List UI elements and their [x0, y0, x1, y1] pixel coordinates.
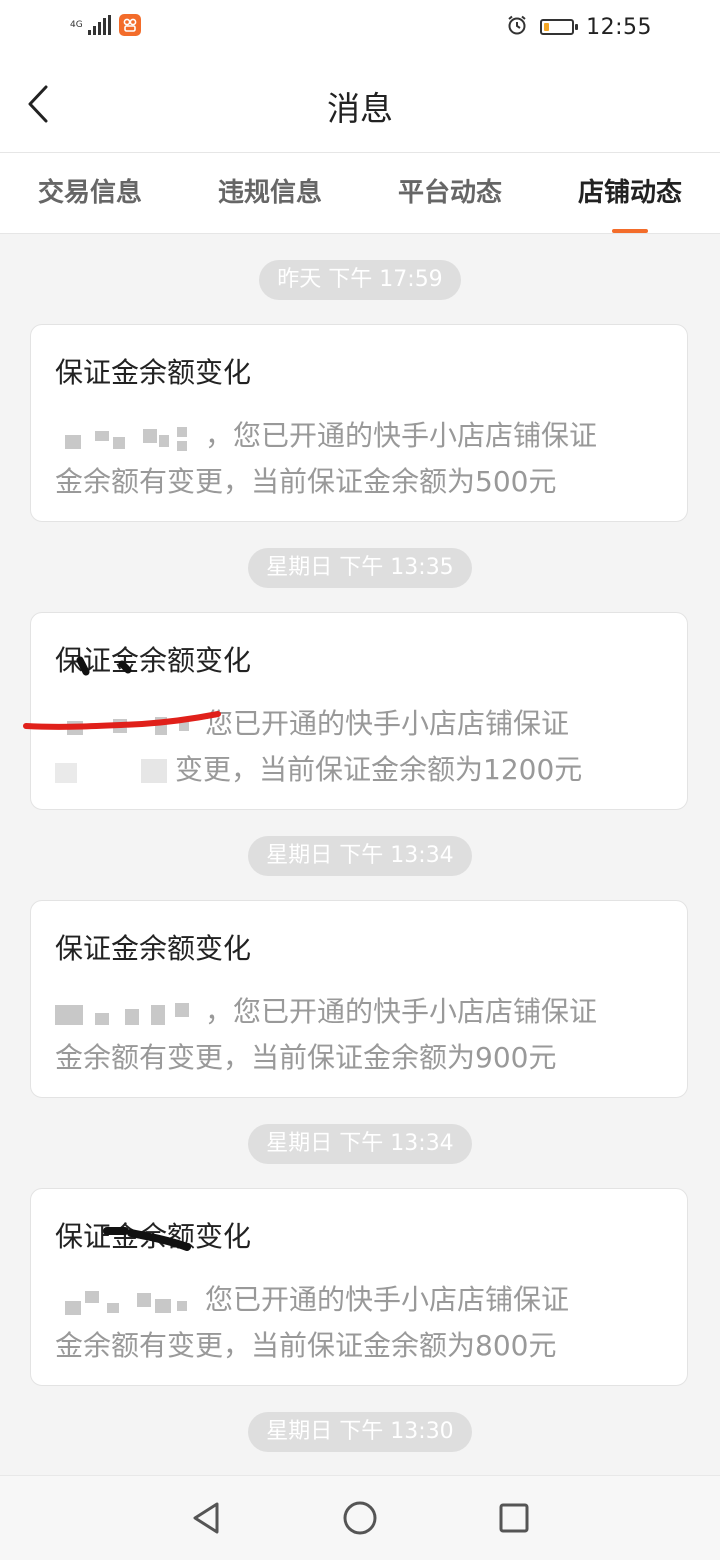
status-left: 4G: [70, 14, 141, 36]
tab-trade-info[interactable]: 交易信息: [0, 153, 180, 233]
message-timestamp: 昨天 下午 17:59: [259, 260, 461, 300]
status-right: 12:55: [506, 14, 652, 40]
message-title: 保证金余额变化: [55, 932, 252, 965]
message-body-line1: 您已开通的快手小店店铺保证: [205, 707, 570, 740]
redacted-mosaic: [55, 711, 205, 739]
message-card[interactable]: 保证金余额变化 ，您已开通的快手小店店铺保证 金余额有变更，当前保证金余额为50…: [30, 324, 688, 522]
message-feed[interactable]: 昨天 下午 17:59 保证金余额变化 ，您已开通的快手小店店铺保证 金余额有变…: [0, 234, 720, 1476]
message-body-line2: 金余额有变更，当前保证金余额为800元: [55, 1329, 557, 1362]
message-timestamp: 星期日 下午 13:34: [248, 836, 472, 876]
message-card[interactable]: 保证金余额变化 ，您已开通的快手小店店铺保证 金余额有变更，当前保证金余额为90…: [30, 900, 688, 1098]
tab-shop-news[interactable]: 店铺动态: [540, 153, 720, 233]
message-body-line1: 您已开通的快手小店店铺保证: [205, 1283, 570, 1316]
redacted-mosaic: [55, 1287, 205, 1315]
nav-home-button[interactable]: [338, 1496, 382, 1540]
triangle-back-icon: [193, 1502, 219, 1534]
message-group: 星期日 下午 13:34 保证金余额变化 您已开通的快手小店店铺保证 金余额有变…: [0, 1124, 720, 1386]
redacted-mosaic: [55, 999, 205, 1027]
signal-icon: [88, 15, 111, 35]
black-scribble: [103, 1227, 191, 1251]
message-body: 您已开通的快手小店店铺保证 金余额有变更，当前保证金余额为800元: [55, 1277, 665, 1369]
active-tab-indicator: [612, 229, 648, 233]
tab-violation-info[interactable]: 违规信息: [180, 153, 360, 233]
message-body-line2: 金余额有变更，当前保证金余额为900元: [55, 1041, 557, 1074]
square-recents-icon: [499, 1503, 529, 1533]
message-body: ，您已开通的快手小店店铺保证 金余额有变更，当前保证金余额为900元: [55, 989, 665, 1081]
app-header: 消息: [0, 56, 720, 153]
message-body: ，您已开通的快手小店店铺保证 金余额有变更，当前保证金余额为500元: [55, 413, 665, 505]
redacted-mosaic: [55, 757, 175, 785]
network-type: 4G: [70, 19, 83, 30]
message-timestamp: 星期日 下午 13:34: [248, 1124, 472, 1164]
message-body-line1: ，您已开通的快手小店店铺保证: [205, 419, 598, 452]
nav-recents-button[interactable]: [492, 1496, 536, 1540]
message-body-line1: ，您已开通的快手小店店铺保证: [205, 995, 598, 1028]
status-bar: 4G 12:55: [0, 0, 720, 56]
black-scribble: [76, 656, 132, 676]
tab-platform-news[interactable]: 平台动态: [360, 153, 540, 233]
system-nav-bar: [0, 1475, 720, 1560]
kuaishou-app-icon: [119, 14, 141, 36]
message-body: 您已开通的快手小店店铺保证 变更，当前保证金余额为1200元: [55, 701, 665, 793]
circle-home-icon: [343, 1501, 377, 1535]
message-group: 星期日 下午 13:35 保证金余额变化 您已开通的快手小店店铺保证 变更，当前…: [0, 548, 720, 810]
message-card[interactable]: 保证金余额变化 您已开通的快手小店店铺保证 变更，当前保证金余额为1200元: [30, 612, 688, 810]
tab-bar: 交易信息 违规信息 平台动态 店铺动态: [0, 153, 720, 234]
message-card[interactable]: 保证金余额变化 您已开通的快手小店店铺保证 金余额有变更，当前保证金余额为800…: [30, 1188, 688, 1386]
message-group: 星期日 下午 13:34 保证金余额变化 ，您已开通的快手小店店铺保证 金余额有…: [0, 836, 720, 1098]
clock-time: 12:55: [586, 14, 652, 40]
redacted-mosaic: [55, 423, 205, 451]
page-title: 消息: [327, 89, 393, 128]
message-body-line2: 变更，当前保证金余额为1200元: [175, 753, 583, 786]
alarm-icon: [506, 14, 528, 40]
message-timestamp: 星期日 下午 13:35: [248, 548, 472, 588]
message-body-line2: 金余额有变更，当前保证金余额为500元: [55, 465, 557, 498]
nav-back-button[interactable]: [184, 1496, 228, 1540]
message-group: 星期日 下午 13:30: [0, 1412, 720, 1452]
battery-icon: [540, 19, 579, 35]
message-title: 保证金余额变化: [55, 356, 252, 389]
message-timestamp: 星期日 下午 13:30: [248, 1412, 472, 1452]
message-group: 昨天 下午 17:59 保证金余额变化 ，您已开通的快手小店店铺保证 金余额有变…: [0, 260, 720, 522]
